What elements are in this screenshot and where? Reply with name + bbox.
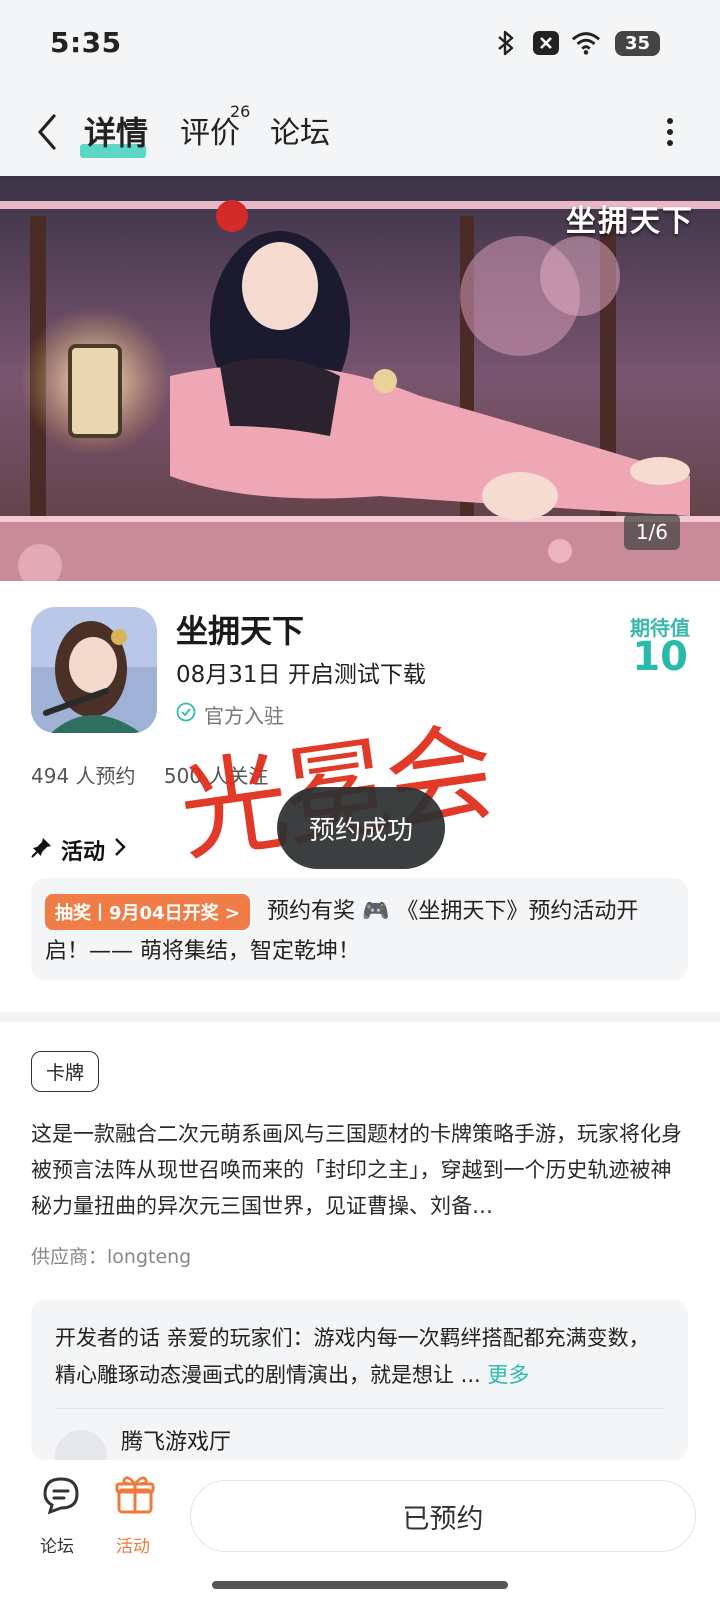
activity-title: 活动 — [61, 840, 106, 865]
lottery-badge[interactable]: 抽奖丨9月04日开奖 > — [45, 894, 250, 930]
forum-chat-icon[interactable] — [38, 1472, 84, 1522]
activity-label[interactable]: 活动 — [116, 1532, 150, 1557]
developer-words-card[interactable]: 开发者的话 亲爱的玩家们：游戏内每一次羁绊搭配都充满变数，精心雕琢动态漫画式的剧… — [31, 1300, 688, 1460]
review-count-badge: 26 — [230, 102, 251, 121]
activity-card[interactable]: 预约有奖 🎮 《坐拥天下》预约活动开启！—— 萌将集结，智定乾坤！ 抽奖丨9月0… — [31, 878, 688, 980]
wifi-icon — [571, 28, 601, 58]
genre-tag[interactable]: 卡牌 — [31, 1051, 100, 1092]
status-bar: 5:35 35 — [0, 0, 720, 90]
more-options-icon[interactable] — [660, 112, 680, 152]
chevron-right-icon — [113, 836, 127, 864]
developer-avatar — [55, 1430, 107, 1460]
game-description[interactable]: 这是一款融合二次元萌系画风与三国题材的卡牌策略手游，玩家将化身被预言法阵从现世召… — [31, 1116, 691, 1224]
top-nav-bar: 详情 评价 26 论坛 — [0, 90, 720, 176]
card-divider — [55, 1408, 665, 1409]
supplier-info: 供应商：longteng — [31, 1246, 192, 1268]
banner-page-indicator: 1/6 — [623, 514, 680, 550]
expectation-value: 10 — [632, 634, 688, 680]
bluetooth-icon — [491, 28, 521, 58]
developer-name[interactable]: 腾飞游戏厅 — [121, 1424, 231, 1456]
reservation-count: 494 人预约 — [31, 764, 136, 788]
banner-carousel[interactable]: 坐拥天下 1/6 — [0, 176, 720, 581]
gift-icon[interactable] — [112, 1472, 158, 1522]
developer-words-text: 开发者的话 亲爱的玩家们：游戏内每一次羁绊搭配都充满变数，精心雕琢动态漫画式的剧… — [55, 1326, 650, 1387]
verified-check-icon — [176, 702, 196, 727]
tab-forum[interactable]: 论坛 — [270, 108, 330, 152]
developer-words: 开发者的话 亲爱的玩家们：游戏内每一次羁绊搭配都充满变数，精心雕琢动态漫画式的剧… — [55, 1320, 655, 1394]
status-time: 5:35 — [50, 26, 122, 59]
battery-icon: 35 — [614, 30, 660, 56]
game-app-icon — [31, 607, 157, 733]
section-divider — [0, 1012, 720, 1022]
release-info: 08月31日 开启测试下载 — [176, 662, 426, 688]
forum-label[interactable]: 论坛 — [40, 1532, 74, 1557]
status-icons: 35 — [491, 28, 660, 58]
home-indicator[interactable] — [212, 1581, 508, 1589]
toast-message: 预约成功 — [277, 787, 445, 869]
notification-muted-icon — [531, 28, 561, 58]
tab-detail[interactable]: 详情 — [84, 108, 148, 154]
game-title: 坐拥天下 — [176, 612, 305, 650]
more-link[interactable]: 更多 — [487, 1363, 529, 1387]
back-arrow-icon[interactable] — [32, 112, 68, 152]
pin-icon — [31, 836, 53, 864]
reserved-button[interactable]: 已预约 — [190, 1480, 696, 1552]
banner-game-logo: 坐拥天下 — [566, 204, 694, 239]
activity-section-header[interactable]: 活动 — [31, 834, 127, 866]
